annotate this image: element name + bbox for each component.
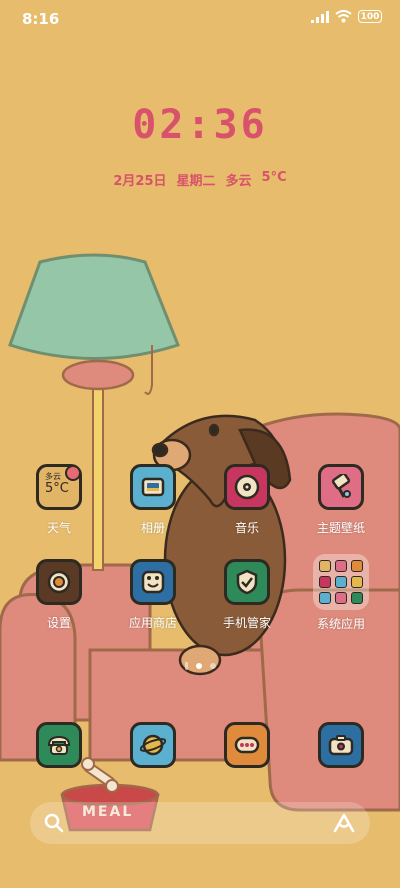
dock-messages[interactable] [207,722,287,768]
date-line[interactable]: 2月25日 星期二 多云 5°C [0,170,400,189]
app-label: 应用商店 [128,616,177,630]
app-label: 设置 [46,616,71,630]
date-weather: 多云 [225,174,252,189]
page-dot [209,663,216,669]
folder-system-apps[interactable]: 系统应用 [301,554,381,632]
status-time: 8:16 [22,10,60,28]
app-label: 音乐 [234,521,259,535]
app-security[interactable]: 手机管家 [207,559,287,631]
music-icon [224,464,270,510]
signal-icon [311,10,329,23]
camera-icon [318,722,364,768]
store-icon [130,559,176,605]
shield-icon [224,559,270,605]
app-label: 系统应用 [316,617,365,631]
assistant-icon[interactable] [332,812,356,834]
gear-icon [36,559,82,605]
search-icon[interactable] [44,813,64,833]
dock-browser[interactable] [113,722,193,768]
weather-icon-temp: 5°C [45,481,69,496]
weather-icon: 多云 5°C [36,464,82,510]
phone-icon [36,722,82,768]
search-bar[interactable] [30,802,370,844]
app-label: 相册 [140,521,165,535]
status-icons: 100 [311,10,382,23]
wifi-icon [335,10,352,23]
date-weekday: 星期二 [176,174,216,189]
dock-phone[interactable] [19,722,99,768]
app-label: 主题壁纸 [316,521,365,535]
app-label: 天气 [46,521,71,535]
app-music[interactable]: 音乐 [207,464,287,536]
page-dot-active [195,663,202,669]
page-indicator-menu [184,662,188,670]
app-label: 手机管家 [222,616,271,630]
app-themes[interactable]: 主题壁纸 [301,464,381,536]
messages-icon [224,722,270,768]
app-weather[interactable]: 多云 5°C 天气 [19,464,99,536]
app-gallery[interactable]: 相册 [113,464,193,536]
clock-time[interactable]: 02:36 [0,102,400,148]
weather-icon-condition: 多云 [45,472,61,481]
battery-level: 100 [360,11,380,22]
browser-icon [130,722,176,768]
app-store[interactable]: 应用商店 [113,559,193,631]
paint-roller-icon [318,464,364,510]
folder-icon [313,554,369,610]
page-indicator[interactable] [0,662,400,670]
date-day: 2月25日 [113,174,167,189]
app-settings[interactable]: 设置 [19,559,99,631]
dock-camera[interactable] [301,722,381,768]
battery-icon: 100 [358,10,382,23]
date-temp: 5°C [261,170,287,185]
gallery-icon [130,464,176,510]
